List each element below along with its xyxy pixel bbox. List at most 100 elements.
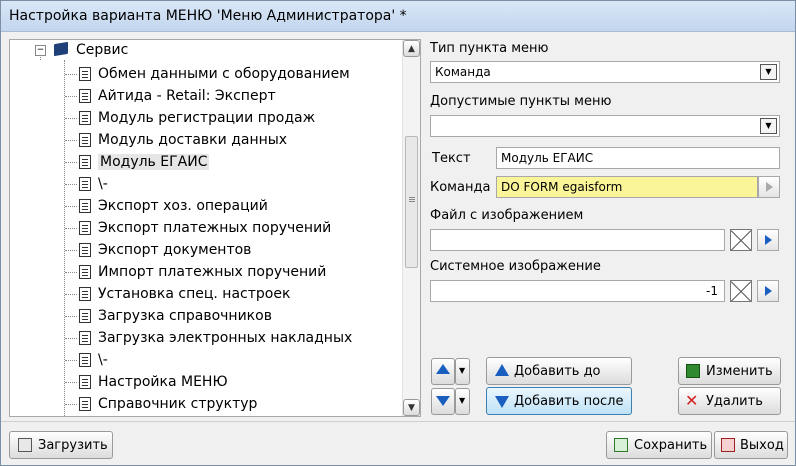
tree-line: [65, 228, 77, 229]
document-icon: [79, 155, 91, 169]
tree-line: [65, 162, 77, 163]
move-down-button[interactable]: [431, 388, 455, 415]
tree-item-label: Модуль ЕГАИС: [98, 154, 210, 170]
tree-item[interactable]: \-: [10, 174, 400, 196]
clear-system-image-icon[interactable]: [730, 280, 752, 302]
system-image-browse-button[interactable]: [757, 280, 779, 302]
delete-label: Удалить: [706, 394, 763, 409]
tree-item[interactable]: Экспорт хоз. операций: [10, 196, 400, 218]
image-file-label: Файл с изображением: [430, 208, 584, 223]
tree-line: [65, 118, 77, 119]
tree-item[interactable]: Экспорт платежных поручений: [10, 218, 400, 240]
play-arrow-icon: [765, 235, 772, 245]
tree-line: [65, 294, 77, 295]
delete-icon: ✕: [685, 391, 699, 410]
tree-item[interactable]: Справочник структур: [10, 394, 400, 416]
image-file-input[interactable]: [430, 229, 725, 251]
footer-separator: [1, 421, 795, 422]
dropdown-arrow-icon[interactable]: ▼: [760, 118, 777, 134]
tree-item[interactable]: \-: [10, 350, 400, 372]
scroll-down-arrow-icon[interactable]: ▼: [403, 399, 420, 416]
collapse-icon[interactable]: −: [35, 45, 46, 56]
load-button[interactable]: Загрузить: [9, 431, 113, 459]
tree-line: [65, 96, 77, 97]
save-icon: [614, 438, 628, 452]
document-icon: [79, 375, 91, 389]
add-after-label: Добавить после: [514, 394, 624, 409]
tree-item[interactable]: Установка спец. настроек: [10, 284, 400, 306]
tree-item[interactable]: Модуль ЕГАИС: [10, 152, 400, 174]
tree-item[interactable]: Айтида - Retail: Эксперт: [10, 86, 400, 108]
document-icon: [79, 133, 91, 147]
command-label: Команда: [430, 180, 491, 195]
add-before-label: Добавить до: [514, 364, 601, 379]
dropdown-arrow-icon[interactable]: ▼: [760, 64, 777, 80]
system-image-label: Системное изображение: [430, 259, 601, 274]
arrow-down-icon: [436, 396, 450, 406]
tree-item-label: \-: [98, 176, 108, 192]
move-down-dropdown[interactable]: ▼: [455, 388, 470, 415]
document-icon: [79, 287, 91, 301]
tree-scrollbar[interactable]: ▲ ▼: [402, 40, 420, 416]
document-icon: [79, 397, 91, 411]
tree-item-label: Настройка МЕНЮ: [98, 374, 228, 390]
arrow-down-icon: [495, 396, 509, 408]
edit-button[interactable]: Изменить: [678, 357, 781, 385]
document-icon: [79, 111, 91, 125]
tree-line: [65, 250, 77, 251]
menu-tree[interactable]: − Сервис Обмен данными с оборудованием Ай…: [9, 39, 421, 417]
document-icon: [79, 265, 91, 279]
tree-line: [65, 74, 77, 75]
arrow-up-icon: [495, 364, 509, 376]
clear-image-icon[interactable]: [730, 229, 752, 251]
document-icon: [79, 67, 91, 81]
menu-type-value: Команда: [435, 65, 491, 79]
text-input[interactable]: Модуль ЕГАИС: [496, 147, 780, 169]
document-icon: [79, 309, 91, 323]
image-file-browse-button[interactable]: [757, 229, 779, 251]
menu-type-select[interactable]: Команда ▼: [430, 61, 780, 83]
command-input[interactable]: DO FORM egaisform: [496, 176, 758, 198]
document-icon: [79, 199, 91, 213]
document-icon: [79, 243, 91, 257]
tree-line: [65, 184, 77, 185]
tree-line: [65, 360, 77, 361]
tree-item[interactable]: Экспорт документов: [10, 240, 400, 262]
text-input-value: Модуль ЕГАИС: [501, 151, 594, 165]
tree-item-label: \-: [98, 352, 108, 368]
document-icon: [79, 353, 91, 367]
tree-line: [65, 316, 77, 317]
tree-item[interactable]: Импорт платежных поручений: [10, 262, 400, 284]
tree-item[interactable]: Настройка МЕНЮ: [10, 372, 400, 394]
book-icon: [54, 41, 68, 57]
chevron-down-icon: ▼: [459, 366, 466, 375]
exit-button[interactable]: Выход: [714, 431, 788, 459]
allowed-items-label: Допустимые пункты меню: [430, 94, 612, 109]
add-after-button[interactable]: Добавить после: [486, 387, 632, 415]
menu-type-label: Тип пункта меню: [430, 41, 549, 56]
add-before-button[interactable]: Добавить до: [486, 357, 632, 385]
command-action-button[interactable]: [758, 176, 780, 198]
system-image-value: -1: [706, 284, 718, 298]
tree-item[interactable]: Обмен данными с оборудованием: [10, 64, 400, 86]
tree-item-label: Экспорт платежных поручений: [98, 220, 332, 236]
move-up-dropdown[interactable]: ▼: [455, 358, 470, 385]
chevron-down-icon: ▼: [459, 396, 466, 405]
tree-item-label: Импорт платежных поручений: [98, 264, 327, 280]
tree-line: [65, 206, 77, 207]
system-image-input[interactable]: -1: [430, 280, 725, 302]
tree-item-label: Установка спец. настроек: [98, 286, 291, 302]
command-input-value: DO FORM egaisform: [501, 180, 623, 194]
move-up-button[interactable]: [431, 358, 455, 385]
save-button[interactable]: Сохранить: [606, 431, 712, 459]
load-label: Загрузить: [38, 438, 108, 453]
tree-item[interactable]: Модуль регистрации продаж: [10, 108, 400, 130]
scroll-up-arrow-icon[interactable]: ▲: [403, 40, 420, 57]
delete-button[interactable]: ✕ Удалить: [678, 387, 781, 415]
tree-item[interactable]: Загрузка электронных накладных: [10, 328, 400, 350]
save-label: Сохранить: [634, 438, 708, 453]
allowed-items-select[interactable]: ▼: [430, 115, 780, 137]
tree-item[interactable]: Модуль доставки данных: [10, 130, 400, 152]
scrollbar-thumb[interactable]: [405, 136, 418, 268]
tree-item[interactable]: Загрузка справочников: [10, 306, 400, 328]
